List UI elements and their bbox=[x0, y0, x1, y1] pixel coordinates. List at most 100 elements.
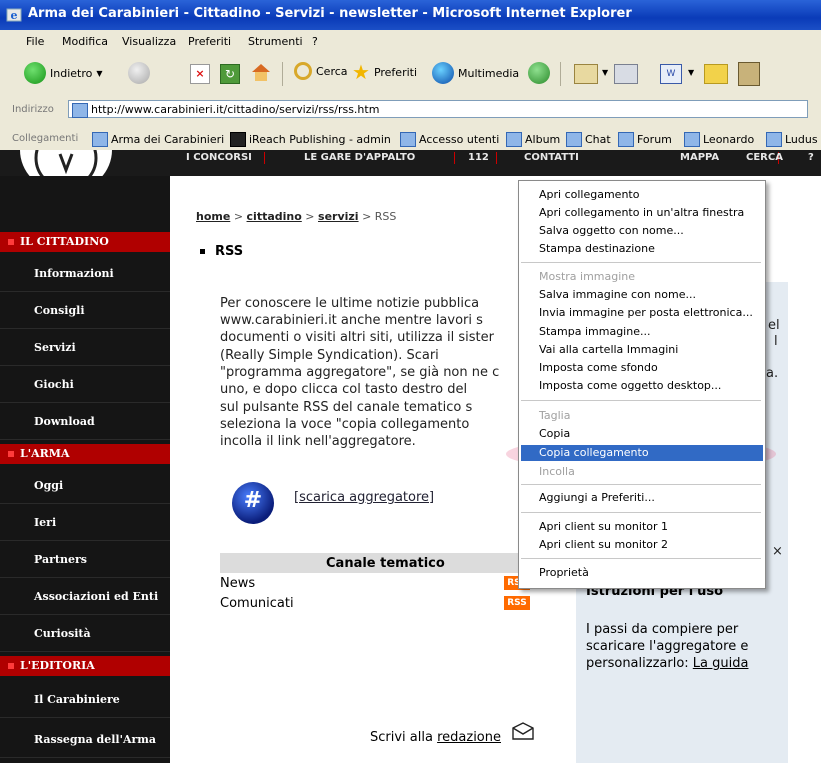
refresh-icon[interactable]: ↻ bbox=[220, 64, 240, 84]
toolbar-separator bbox=[560, 62, 561, 86]
menu-item-copia[interactable]: Copia bbox=[539, 427, 570, 440]
nav-help[interactable]: ? bbox=[808, 152, 814, 163]
menu-preferiti[interactable]: Preferiti bbox=[188, 35, 231, 48]
menu-item-aggiungi-preferiti[interactable]: Aggiungi a Preferiti... bbox=[539, 491, 655, 504]
favorites-label: Preferiti bbox=[373, 65, 418, 79]
menu-item-imposta-desktop[interactable]: Imposta come oggetto desktop... bbox=[539, 379, 721, 392]
menu-item-copia-collegamento[interactable]: Copia collegamento bbox=[539, 446, 649, 459]
link-album[interactable]: Album bbox=[506, 132, 560, 147]
nav-contatti[interactable]: CONTATTI bbox=[524, 152, 579, 163]
menu-item-salva-oggetto[interactable]: Salva oggetto con nome... bbox=[539, 224, 684, 237]
menu-item-stampa-destinazione[interactable]: Stampa destinazione bbox=[539, 242, 655, 255]
menu-item-salva-immagine[interactable]: Salva immagine con nome... bbox=[539, 288, 696, 301]
sidebar-item-rassegna[interactable]: Rassegna dell'Arma bbox=[0, 722, 170, 758]
instructions-line: personalizzarlo: La guida bbox=[586, 656, 748, 671]
search-button[interactable]: Cerca bbox=[294, 62, 348, 80]
breadcrumb: home > cittadino > servizi > RSS bbox=[196, 210, 396, 223]
sidebar-item-giochi[interactable]: Giochi bbox=[0, 367, 170, 403]
nav-cerca[interactable]: CERCA bbox=[746, 152, 783, 163]
link-arma[interactable]: Arma dei Carabinieri bbox=[92, 132, 224, 147]
sidebar-item-informazioni[interactable]: Informazioni bbox=[0, 256, 170, 292]
close-icon[interactable]: × bbox=[772, 544, 783, 559]
link-chat[interactable]: Chat bbox=[566, 132, 611, 147]
menu-item-cartella-immagini[interactable]: Vai alla cartella Immagini bbox=[539, 343, 678, 356]
link-ludus[interactable]: Ludus bbox=[766, 132, 818, 147]
back-label: Indietro bbox=[50, 66, 93, 80]
download-aggregator-link[interactable]: [scarica aggregatore] bbox=[294, 490, 434, 505]
breadcrumb-home[interactable]: home bbox=[196, 210, 230, 223]
guide-link[interactable]: La guida bbox=[693, 656, 749, 671]
menu-item-client-monitor-2[interactable]: Apri client su monitor 2 bbox=[539, 538, 668, 551]
menu-item-client-monitor-1[interactable]: Apri client su monitor 1 bbox=[539, 520, 668, 533]
menu-item-apri-collegamento[interactable]: Apri collegamento bbox=[539, 188, 639, 201]
bullet-icon bbox=[8, 239, 14, 245]
bullet-icon bbox=[8, 663, 14, 669]
menu-item-invia-immagine[interactable]: Invia immagine per posta elettronica... bbox=[539, 306, 753, 319]
forward-button[interactable] bbox=[128, 62, 150, 84]
aggregator-icon[interactable]: # bbox=[232, 482, 274, 524]
media-button[interactable]: Multimedia bbox=[432, 62, 519, 84]
instructions-line: scaricare l'aggregatore e bbox=[586, 639, 749, 654]
link-ireach[interactable]: iReach Publishing - admin bbox=[230, 132, 391, 147]
address-input[interactable]: http://www.carabinieri.it/cittadino/serv… bbox=[68, 100, 808, 118]
favorites-button[interactable]: ★ Preferiti bbox=[352, 62, 417, 82]
menu-file[interactable]: File bbox=[26, 35, 44, 48]
edit-word-icon[interactable]: W bbox=[660, 64, 682, 84]
breadcrumb-cittadino[interactable]: cittadino bbox=[247, 210, 302, 223]
menu-visualizza[interactable]: Visualizza bbox=[122, 35, 176, 48]
menu-help[interactable]: ? bbox=[312, 35, 318, 48]
svg-text:e: e bbox=[11, 9, 18, 22]
redazione-link[interactable]: redazione bbox=[437, 730, 501, 745]
channel-table-header: Canale tematico bbox=[220, 553, 542, 573]
sidebar-item-oggi[interactable]: Oggi bbox=[0, 468, 170, 504]
nav-concorsi[interactable]: I CONCORSI bbox=[186, 152, 252, 163]
menu-item-mostra-immagine: Mostra immagine bbox=[539, 270, 636, 283]
folder-icon[interactable] bbox=[704, 64, 728, 84]
menu-item-apri-altra-finestra[interactable]: Apri collegamento in un'altra finestra bbox=[539, 206, 744, 219]
menu-strumenti[interactable]: Strumenti bbox=[248, 35, 303, 48]
link-label: iReach Publishing - admin bbox=[249, 133, 391, 146]
envelope-icon[interactable] bbox=[512, 722, 534, 740]
back-button[interactable]: Indietro ▼ bbox=[24, 62, 103, 84]
breadcrumb-separator: > bbox=[362, 210, 372, 223]
link-leonardo[interactable]: Leonardo bbox=[684, 132, 754, 147]
menu-item-stampa-immagine[interactable]: Stampa immagine... bbox=[539, 325, 650, 338]
bullet-icon bbox=[8, 451, 14, 457]
chevron-down-icon[interactable]: ▼ bbox=[602, 68, 608, 77]
mail-icon[interactable] bbox=[574, 64, 598, 84]
nav-gare[interactable]: LE GARE D'APPALTO bbox=[304, 152, 415, 163]
sidebar-item-ieri[interactable]: Ieri bbox=[0, 505, 170, 541]
menu-separator bbox=[521, 558, 761, 559]
home-icon[interactable] bbox=[250, 62, 272, 82]
section-label: L'ARMA bbox=[20, 447, 70, 460]
chevron-down-icon[interactable]: ▼ bbox=[688, 68, 694, 77]
print-icon[interactable] bbox=[614, 64, 638, 84]
rss-comunicati-button[interactable]: RSS bbox=[504, 596, 530, 610]
partial-text: el bbox=[768, 318, 780, 333]
sidebar-item-curiosita[interactable]: Curiosità bbox=[0, 616, 170, 652]
sidebar-item-carabiniere[interactable]: Il Carabiniere bbox=[0, 682, 170, 718]
body-text-line: documenti o visiti altri siti, utilizza … bbox=[220, 330, 494, 345]
nav-mappa[interactable]: MAPPA bbox=[680, 152, 719, 163]
sidebar-item-consigli[interactable]: Consigli bbox=[0, 293, 170, 329]
page-icon bbox=[400, 132, 416, 147]
sidebar-item-download[interactable]: Download bbox=[0, 404, 170, 440]
menu-modifica[interactable]: Modifica bbox=[62, 35, 108, 48]
menu-item-proprieta[interactable]: Proprietà bbox=[539, 566, 589, 579]
link-forum[interactable]: Forum bbox=[618, 132, 672, 147]
menu-separator bbox=[521, 400, 761, 401]
window-title-bar[interactable]: e Arma dei Carabinieri - Cittadino - Ser… bbox=[0, 0, 821, 30]
menu-item-imposta-sfondo[interactable]: Imposta come sfondo bbox=[539, 361, 658, 374]
history-icon[interactable] bbox=[528, 62, 550, 84]
chevron-down-icon: ▼ bbox=[96, 68, 103, 78]
body-text-line: (Really Simple Syndication). Scari bbox=[220, 348, 439, 363]
sidebar-item-associazioni[interactable]: Associazioni ed Enti bbox=[0, 579, 170, 615]
menu-separator bbox=[521, 484, 761, 485]
stop-icon[interactable]: × bbox=[190, 64, 210, 84]
nav-112[interactable]: 112 bbox=[468, 152, 489, 163]
breadcrumb-servizi[interactable]: servizi bbox=[318, 210, 359, 223]
sidebar-item-servizi[interactable]: Servizi bbox=[0, 330, 170, 366]
sidebar-item-partners[interactable]: Partners bbox=[0, 542, 170, 578]
research-icon[interactable] bbox=[738, 62, 760, 86]
link-accesso[interactable]: Accesso utenti bbox=[400, 132, 499, 147]
